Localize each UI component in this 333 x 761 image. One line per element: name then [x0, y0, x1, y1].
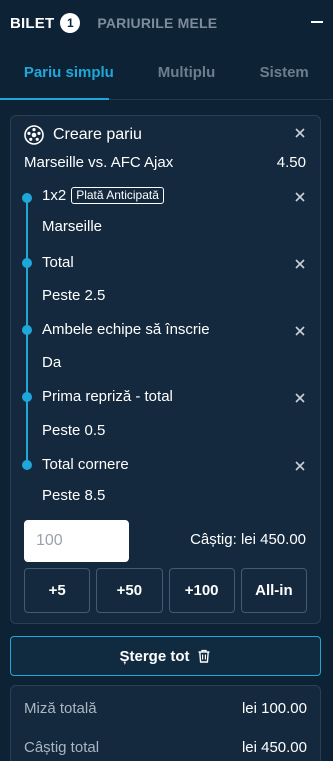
selection-market-label: Total — [42, 254, 74, 271]
selection-market-label: Total cornere — [42, 456, 129, 473]
tab-multiple[interactable]: Multiplu — [138, 46, 236, 99]
active-tab-indicator — [0, 98, 109, 100]
selection-pick: Peste 0.5 — [42, 422, 106, 439]
total-win-row: Câștig total lei 450.00 — [24, 739, 307, 756]
potential-win: Câștig: lei 450.00 — [190, 531, 306, 548]
my-bets-tab[interactable]: PARIURILE MELE — [97, 15, 217, 31]
total-win-label: Câștig total — [24, 739, 100, 756]
all-in-button[interactable]: All-in — [240, 568, 307, 613]
selection-pick: Peste 8.5 — [42, 487, 106, 504]
selection-market-label: Ambele echipe să înscrie — [42, 321, 210, 338]
selection-dot — [22, 258, 32, 268]
selection-market: Ambele echipe să înscrie — [42, 321, 210, 338]
early-payout-tag: Plată Anticipată — [71, 187, 164, 204]
clear-all-label: Șterge tot — [119, 647, 190, 665]
soccer-ball-icon — [24, 125, 44, 145]
selection-market: 1x2 Plată Anticipată — [42, 187, 164, 204]
add-5-button[interactable]: +5 — [24, 568, 91, 613]
add-50-button[interactable]: +50 — [96, 568, 163, 613]
trash-icon — [198, 649, 209, 663]
selection-dot — [22, 392, 32, 402]
selection-market-label: Prima repriză - total — [42, 388, 173, 405]
total-stake-value: lei 100.00 — [241, 700, 307, 717]
close-icon[interactable] — [294, 459, 306, 471]
betslip-header: BILET 1 PARIURILE MELE — [0, 0, 333, 46]
bilet-tab[interactable]: BILET — [10, 15, 54, 32]
tab-system[interactable]: Sistem — [235, 46, 333, 99]
tab-single-bet[interactable]: Pariu simplu — [0, 46, 138, 99]
clear-all-button[interactable]: Șterge tot — [10, 636, 321, 676]
selection-dot — [22, 325, 32, 335]
selection-dot — [22, 460, 32, 470]
close-icon[interactable] — [294, 391, 306, 403]
close-icon[interactable] — [294, 257, 306, 269]
close-icon[interactable] — [294, 127, 306, 139]
bet-summary: Miză totală lei 100.00 Câștig total lei … — [10, 685, 321, 761]
selection-market-label: 1x2 — [42, 187, 67, 204]
selection-market: Prima repriză - total — [42, 388, 173, 405]
add-100-button[interactable]: +100 — [168, 568, 235, 613]
bet-card: Creare pariu Marseille vs. AFC Ajax 4.50… — [10, 115, 321, 624]
quick-stake-buttons: +5 +50 +100 All-in — [24, 568, 307, 613]
match-row: Marseille vs. AFC Ajax 4.50 — [24, 154, 306, 171]
selection-pick: Peste 2.5 — [42, 287, 106, 304]
selection-market: Total — [42, 254, 74, 271]
total-win-value: lei 450.00 — [241, 739, 307, 756]
create-bet-label: Creare pariu — [53, 126, 142, 143]
match-odds: 4.50 — [276, 154, 306, 171]
selection-pick: Da — [42, 354, 62, 371]
bilet-count-badge: 1 — [60, 13, 81, 33]
close-icon[interactable] — [294, 324, 306, 336]
close-icon[interactable] — [294, 190, 306, 202]
selection-dot — [22, 193, 32, 203]
create-bet-row: Creare pariu — [24, 124, 306, 146]
match-name: Marseille vs. AFC Ajax — [24, 154, 174, 171]
minus-icon[interactable] — [311, 21, 323, 23]
stake-input[interactable] — [24, 520, 129, 562]
total-stake-label: Miză totală — [24, 700, 97, 717]
selection-pick: Marseille — [42, 218, 103, 235]
selection-market: Total cornere — [42, 456, 129, 473]
total-stake-row: Miză totală lei 100.00 — [24, 700, 307, 717]
bet-type-tabs: Pariu simplu Multiplu Sistem — [0, 46, 333, 100]
